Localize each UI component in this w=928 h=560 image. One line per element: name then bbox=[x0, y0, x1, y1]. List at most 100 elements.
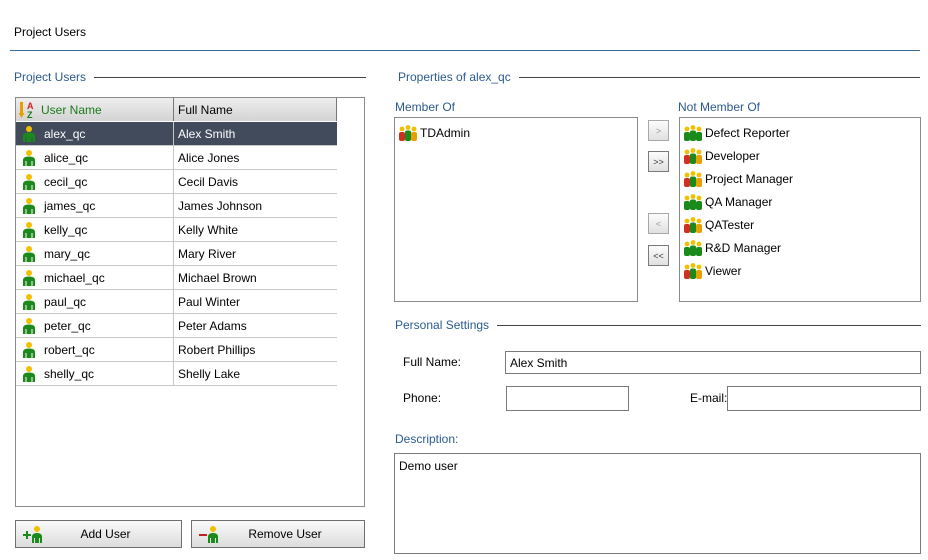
svg-text:Z: Z bbox=[27, 110, 33, 120]
group-list-item[interactable]: TDAdmin bbox=[395, 121, 637, 144]
mixed-group-icon bbox=[682, 170, 704, 188]
group-name: TDAdmin bbox=[420, 125, 471, 140]
full-name-cell: Cecil Davis bbox=[178, 174, 239, 189]
member-of-list[interactable]: TDAdmin bbox=[394, 117, 638, 302]
user-icon bbox=[20, 365, 38, 383]
user-name-text: alex_qc bbox=[44, 126, 86, 141]
phone-field[interactable] bbox=[506, 386, 629, 411]
page-title: Project Users bbox=[14, 25, 87, 39]
full-name-cell: Robert Phillips bbox=[178, 342, 256, 357]
group-list-item[interactable]: R&D Manager bbox=[680, 236, 920, 259]
user-name-text: peter_qc bbox=[44, 318, 91, 333]
user-name-cell: alex_qc bbox=[16, 122, 174, 145]
user-name-text: michael_qc bbox=[44, 270, 105, 285]
user-name-cell: alice_qc bbox=[16, 146, 174, 169]
user-name-cell: michael_qc bbox=[16, 266, 174, 289]
full-name-label: Full Name: bbox=[403, 355, 462, 369]
user-name-text: alice_qc bbox=[44, 150, 89, 165]
add-user-label: Add User bbox=[80, 527, 131, 541]
table-row[interactable]: robert_qc Robert Phillips bbox=[16, 338, 337, 362]
add-all-groups-button[interactable]: >> bbox=[648, 151, 669, 172]
user-icon bbox=[20, 293, 38, 311]
add-to-group-button[interactable]: > bbox=[648, 120, 669, 141]
user-icon bbox=[20, 245, 38, 263]
group-list-item[interactable]: QA Manager bbox=[680, 190, 920, 213]
full-name-cell: Kelly White bbox=[178, 222, 239, 237]
project-users-group-title: Project Users bbox=[14, 70, 87, 84]
table-row[interactable]: alex_qc Alex Smith bbox=[16, 122, 337, 146]
full-name-cell: Mary River bbox=[178, 246, 237, 261]
user-icon bbox=[20, 269, 38, 287]
user-name-text: mary_qc bbox=[44, 246, 91, 261]
user-name-text: james_qc bbox=[44, 198, 96, 213]
mixed-group-icon bbox=[682, 147, 704, 165]
full-name-cell: Peter Adams bbox=[178, 318, 247, 333]
remove-user-button[interactable]: Remove User bbox=[191, 520, 365, 548]
user-name-cell: kelly_qc bbox=[16, 218, 174, 241]
full-name-cell: Michael Brown bbox=[178, 270, 257, 285]
remove-user-label: Remove User bbox=[248, 527, 322, 541]
sort-ascending-icon: A Z bbox=[18, 100, 38, 120]
users-grid[interactable]: A Z User Name Full Name alex_qc Alex Smit… bbox=[15, 97, 365, 507]
full-name-cell: Alex Smith bbox=[178, 126, 236, 141]
description-field[interactable]: Demo user bbox=[394, 453, 921, 554]
mixed-group-icon bbox=[682, 216, 704, 234]
user-name-cell: mary_qc bbox=[16, 242, 174, 265]
remove-all-groups-button[interactable]: << bbox=[648, 245, 669, 266]
add-user-button[interactable]: Add User bbox=[15, 520, 182, 548]
green-group-icon bbox=[682, 239, 704, 257]
phone-label: Phone: bbox=[403, 391, 442, 405]
properties-group-label: Properties of alex_qc bbox=[398, 70, 920, 84]
add-user-icon bbox=[22, 524, 44, 544]
personal-settings-group-label: Personal Settings bbox=[395, 318, 921, 332]
table-row[interactable]: peter_qc Peter Adams bbox=[16, 314, 337, 338]
group-name: R&D Manager bbox=[705, 240, 782, 255]
group-name: Defect Reporter bbox=[705, 125, 790, 140]
group-list-item[interactable]: Defect Reporter bbox=[680, 121, 920, 144]
project-users-group-label: Project Users bbox=[14, 70, 366, 84]
table-row[interactable]: james_qc James Johnson bbox=[16, 194, 337, 218]
table-row[interactable]: kelly_qc Kelly White bbox=[16, 218, 337, 242]
full-name-field[interactable] bbox=[505, 351, 921, 374]
user-name-text: robert_qc bbox=[44, 342, 95, 357]
table-row[interactable]: cecil_qc Cecil Davis bbox=[16, 170, 337, 194]
full-name-cell: Shelly Lake bbox=[178, 366, 241, 381]
column-header-user-name-label: User Name bbox=[41, 102, 102, 117]
group-name: Developer bbox=[705, 148, 760, 163]
group-list-item[interactable]: Viewer bbox=[680, 259, 920, 282]
group-name: Project Manager bbox=[705, 171, 794, 186]
group-list-item[interactable]: Developer bbox=[680, 144, 920, 167]
member-of-label: Member Of bbox=[395, 100, 456, 114]
user-name-cell: cecil_qc bbox=[16, 170, 174, 193]
user-name-text: shelly_qc bbox=[44, 366, 95, 381]
description-label: Description: bbox=[395, 432, 459, 446]
user-name-cell: robert_qc bbox=[16, 338, 174, 361]
group-name: Viewer bbox=[705, 263, 742, 278]
group-name: QA Manager bbox=[705, 194, 773, 209]
table-row[interactable]: mary_qc Mary River bbox=[16, 242, 337, 266]
not-member-of-list[interactable]: Defect Reporter Developer Project Manager Q… bbox=[679, 117, 921, 302]
column-header-user-name[interactable]: A Z User Name bbox=[16, 98, 174, 121]
table-row[interactable]: michael_qc Michael Brown bbox=[16, 266, 337, 290]
mixed-group-icon bbox=[682, 262, 704, 280]
grid-header: A Z User Name Full Name bbox=[16, 98, 337, 121]
user-icon bbox=[20, 125, 38, 143]
user-name-text: cecil_qc bbox=[44, 174, 88, 189]
table-row[interactable]: paul_qc Paul Winter bbox=[16, 290, 337, 314]
group-divider bbox=[518, 76, 920, 78]
personal-settings-title: Personal Settings bbox=[395, 318, 490, 332]
full-name-cell: Paul Winter bbox=[178, 294, 241, 309]
user-name-cell: james_qc bbox=[16, 194, 174, 217]
user-name-cell: shelly_qc bbox=[16, 362, 174, 385]
remove-from-group-button[interactable]: < bbox=[648, 213, 669, 234]
user-icon bbox=[20, 149, 38, 167]
user-name-text: kelly_qc bbox=[44, 222, 88, 237]
group-list-item[interactable]: Project Manager bbox=[680, 167, 920, 190]
user-icon bbox=[20, 341, 38, 359]
table-row[interactable]: shelly_qc Shelly Lake bbox=[16, 362, 337, 386]
email-field[interactable] bbox=[727, 386, 921, 411]
group-name: QATester bbox=[705, 217, 755, 232]
table-row[interactable]: alice_qc Alice Jones bbox=[16, 146, 337, 170]
column-header-full-name[interactable]: Full Name bbox=[174, 98, 337, 121]
group-list-item[interactable]: QATester bbox=[680, 213, 920, 236]
